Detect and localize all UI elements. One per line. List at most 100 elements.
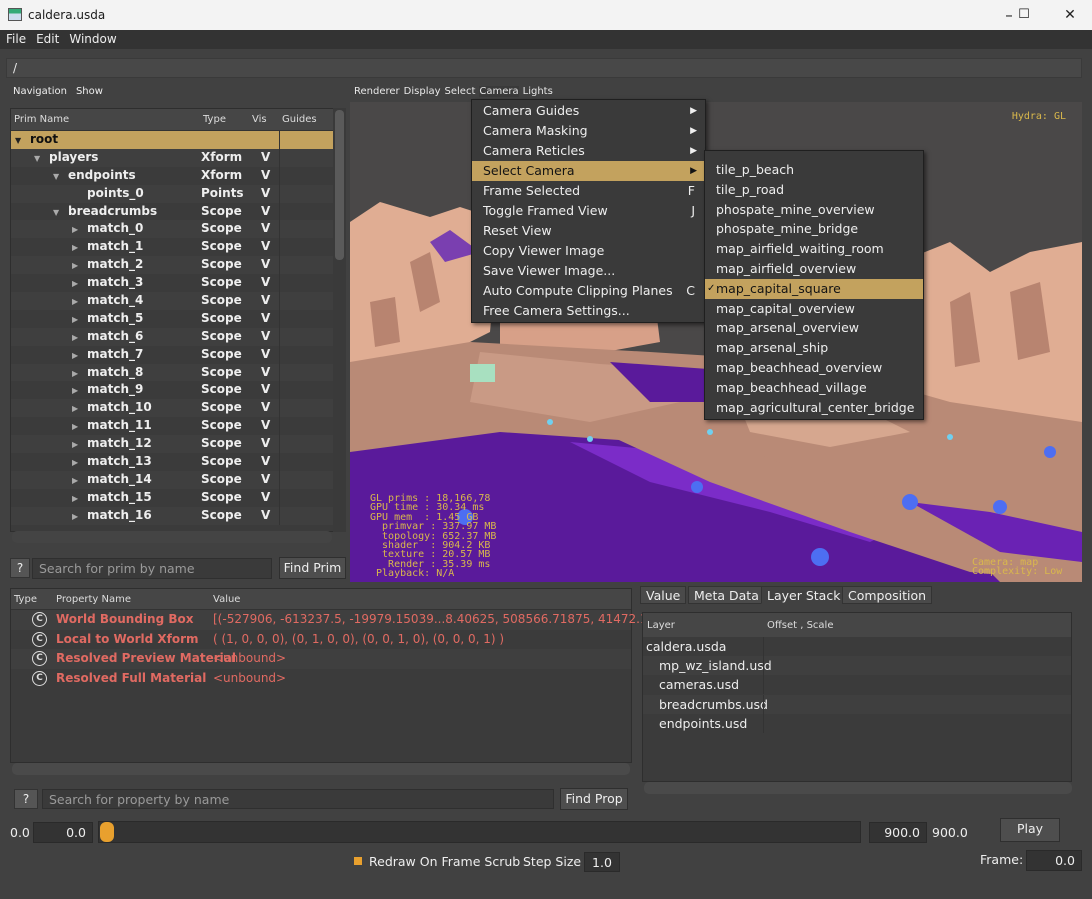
frame-slider[interactable] bbox=[98, 821, 861, 843]
property-hscrollbar[interactable] bbox=[12, 763, 630, 775]
prim-row[interactable]: ▶ match_9 Scope V bbox=[11, 381, 345, 400]
menu-show[interactable]: Show bbox=[73, 86, 103, 97]
camera-menu-item[interactable]: Camera Guides ▶ bbox=[472, 101, 705, 121]
prim-visibility[interactable]: V bbox=[261, 186, 270, 200]
expand-arrow-icon[interactable]: ▶ bbox=[72, 351, 82, 360]
camera-option[interactable]: tile_p_road bbox=[705, 180, 923, 200]
col-layer[interactable]: Layer bbox=[647, 620, 675, 631]
collapse-arrow-icon[interactable]: ▼ bbox=[15, 136, 25, 145]
prim-tree[interactable]: Prim Name Type Vis Guides ▼ root ▼ players X… bbox=[10, 108, 346, 532]
frame-field[interactable]: 0.0 bbox=[1026, 850, 1082, 871]
menu-display[interactable]: Display bbox=[404, 86, 441, 97]
col-vis[interactable]: Vis bbox=[252, 114, 267, 125]
prim-row[interactable]: ▼ players Xform V bbox=[11, 148, 345, 167]
layer-row[interactable]: caldera.usda bbox=[643, 637, 1071, 656]
menu-lights[interactable]: Lights bbox=[523, 86, 553, 97]
camera-option[interactable]: map_capital_overview bbox=[705, 299, 923, 319]
property-row[interactable]: C Local to World Xform ( (1, 0, 0, 0), (0,… bbox=[11, 630, 631, 650]
expand-arrow-icon[interactable]: ▶ bbox=[72, 315, 82, 324]
expand-arrow-icon[interactable]: ▶ bbox=[72, 422, 82, 431]
camera-option[interactable]: map_airfield_overview bbox=[705, 259, 923, 279]
col-offset-scale[interactable]: Offset , Scale bbox=[767, 620, 833, 631]
camera-option[interactable]: ✓ map_capital_square bbox=[705, 278, 923, 299]
camera-menu-item[interactable]: Frame Selected F bbox=[472, 181, 705, 201]
camera-menu-item[interactable]: Save Viewer Image... bbox=[472, 261, 705, 281]
prim-tree-hscrollbar[interactable] bbox=[12, 531, 332, 543]
col-prop-name[interactable]: Property Name bbox=[56, 594, 131, 605]
prim-row[interactable]: ▶ match_5 Scope V bbox=[11, 309, 345, 328]
property-view[interactable]: Type Property Name Value C World Bounding… bbox=[10, 588, 672, 763]
prim-visibility[interactable]: V bbox=[261, 382, 270, 396]
layer-row[interactable]: endpoints.usd bbox=[643, 713, 1071, 733]
camera-option[interactable]: phospate_mine_bridge bbox=[705, 219, 923, 239]
menu-edit[interactable]: Edit bbox=[30, 30, 63, 48]
property-row[interactable]: C World Bounding Box [(-527906, -613237.5,… bbox=[11, 610, 672, 630]
camera-option[interactable]: map_agricultural_center_bridge bbox=[705, 398, 923, 418]
expand-arrow-icon[interactable]: ▶ bbox=[72, 369, 82, 378]
expand-arrow-icon[interactable]: ▶ bbox=[72, 440, 82, 449]
collapse-arrow-icon[interactable]: ▼ bbox=[53, 208, 63, 217]
camera-menu-item[interactable]: Auto Compute Clipping Planes C bbox=[472, 281, 705, 301]
expand-arrow-icon[interactable]: ▶ bbox=[72, 333, 82, 342]
prim-visibility[interactable]: V bbox=[261, 221, 270, 235]
expand-arrow-icon[interactable]: ▶ bbox=[72, 512, 82, 521]
prim-search-input[interactable]: Search for prim by name bbox=[32, 558, 272, 579]
layer-row[interactable]: breadcrumbs.usd bbox=[643, 694, 1071, 714]
camera-menu-item[interactable]: Camera Masking ▶ bbox=[472, 121, 705, 141]
prim-visibility[interactable]: V bbox=[261, 311, 270, 325]
prim-row[interactable]: ▶ match_16 Scope V bbox=[11, 506, 345, 525]
prim-row[interactable]: ▶ match_8 Scope V bbox=[11, 363, 345, 382]
col-prim-name[interactable]: Prim Name bbox=[14, 114, 69, 125]
prim-visibility[interactable]: V bbox=[261, 168, 270, 182]
menu-file[interactable]: File bbox=[0, 30, 30, 48]
layer-row[interactable]: cameras.usd bbox=[643, 675, 1071, 695]
expand-arrow-icon[interactable]: ▶ bbox=[72, 458, 82, 467]
tab-layer-stack[interactable]: Layer Stack bbox=[761, 586, 847, 604]
property-row[interactable]: C Resolved Preview Material <unbound> bbox=[11, 649, 631, 669]
tab-composition[interactable]: Composition bbox=[842, 586, 933, 604]
property-search-input[interactable]: Search for property by name bbox=[42, 789, 554, 809]
prim-visibility[interactable]: V bbox=[261, 204, 270, 218]
prim-visibility[interactable]: V bbox=[261, 347, 270, 361]
prim-path-field[interactable]: / bbox=[6, 58, 1082, 78]
expand-arrow-icon[interactable]: ▶ bbox=[72, 225, 82, 234]
camera-option[interactable]: map_beachhead_overview bbox=[705, 358, 923, 378]
prim-row[interactable]: ▶ match_4 Scope V bbox=[11, 292, 345, 311]
scroll-thumb[interactable] bbox=[335, 110, 344, 260]
prim-row[interactable]: ▶ match_3 Scope V bbox=[11, 274, 345, 293]
camera-option[interactable]: map_arsenal_ship bbox=[705, 338, 923, 358]
layer-row[interactable]: mp_wz_island.usd bbox=[643, 656, 1071, 676]
expand-arrow-icon[interactable]: ▶ bbox=[72, 494, 82, 503]
expand-arrow-icon[interactable]: ▶ bbox=[72, 476, 82, 485]
prim-visibility[interactable]: V bbox=[261, 472, 270, 486]
find-prim-button[interactable]: Find Prim bbox=[279, 557, 346, 579]
camera-option[interactable]: phospate_mine_overview bbox=[705, 200, 923, 220]
expand-arrow-icon[interactable]: ▶ bbox=[72, 279, 82, 288]
prim-row[interactable]: ▶ match_11 Scope V bbox=[11, 417, 345, 436]
tab-meta-data[interactable]: Meta Data bbox=[688, 586, 765, 604]
camera-menu-item[interactable]: Copy Viewer Image bbox=[472, 241, 705, 261]
camera-menu-item[interactable]: Free Camera Settings... bbox=[472, 301, 705, 321]
layer-hscrollbar[interactable] bbox=[644, 782, 1072, 794]
expand-arrow-icon[interactable]: ▶ bbox=[72, 404, 82, 413]
redraw-checkbox[interactable] bbox=[354, 857, 362, 865]
prim-row[interactable]: ▶ match_6 Scope V bbox=[11, 327, 345, 346]
prim-visibility[interactable]: V bbox=[261, 293, 270, 307]
prim-row[interactable]: points_0 Points V bbox=[11, 184, 345, 203]
prim-row[interactable]: ▼ endpoints Xform V bbox=[11, 166, 345, 185]
camera-option[interactable]: map_airfield_waiting_room bbox=[705, 239, 923, 259]
prim-visibility[interactable]: V bbox=[261, 454, 270, 468]
close-button[interactable]: ✕ bbox=[1056, 4, 1084, 26]
menu-window[interactable]: Window bbox=[63, 30, 120, 48]
maximize-button[interactable]: ☐ bbox=[1010, 4, 1038, 26]
prim-row[interactable]: ▶ match_2 Scope V bbox=[11, 256, 345, 275]
expand-arrow-icon[interactable]: ▶ bbox=[72, 297, 82, 306]
timeline-start-field[interactable]: 0.0 bbox=[33, 822, 93, 843]
prim-row[interactable]: ▼ root bbox=[11, 131, 345, 149]
camera-menu-item[interactable]: Reset View bbox=[472, 221, 705, 241]
prim-row[interactable]: ▶ match_10 Scope V bbox=[11, 399, 345, 418]
expand-arrow-icon[interactable]: ▶ bbox=[72, 386, 82, 395]
prim-row[interactable]: ▶ match_7 Scope V bbox=[11, 345, 345, 364]
camera-option[interactable]: map_beachhead_village bbox=[705, 378, 923, 398]
prim-row[interactable]: ▶ match_12 Scope V bbox=[11, 435, 345, 454]
